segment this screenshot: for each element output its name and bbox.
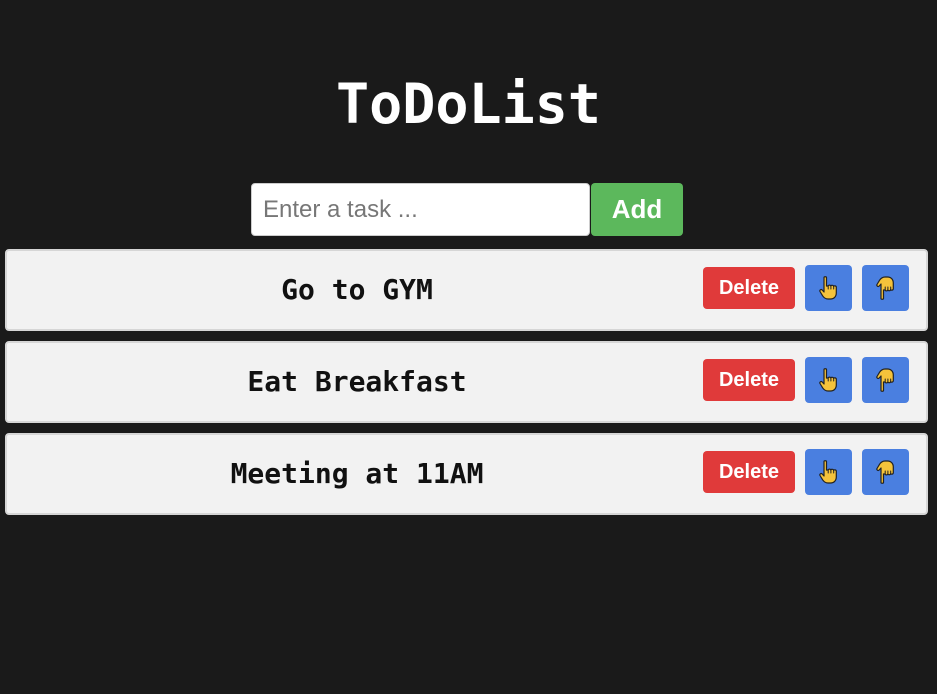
task-text: Eat Breakfast (247, 365, 467, 398)
delete-button[interactable]: Delete (703, 267, 795, 309)
task-list: Go to GYM Delete Eat Breakfast Delete Me… (5, 249, 928, 525)
add-button[interactable]: Add (591, 183, 683, 236)
hand-pointing-down-icon (875, 460, 894, 484)
move-up-button[interactable] (805, 265, 852, 311)
todo-app: ToDoList Add Go to GYM Delete (0, 0, 937, 694)
task-input-row: Add (251, 183, 683, 236)
task-item: Meeting at 11AM Delete (5, 433, 928, 515)
hand-pointing-up-icon (818, 276, 837, 300)
task-input[interactable] (251, 183, 590, 236)
delete-button[interactable]: Delete (703, 451, 795, 493)
task-text: Go to GYM (281, 273, 433, 306)
task-item: Go to GYM Delete (5, 249, 928, 331)
delete-button[interactable]: Delete (703, 359, 795, 401)
task-text: Meeting at 11AM (230, 457, 484, 490)
move-up-button[interactable] (805, 449, 852, 495)
task-actions: Delete (703, 265, 909, 311)
hand-pointing-down-icon (875, 276, 894, 300)
task-actions: Delete (703, 357, 909, 403)
move-down-button[interactable] (862, 265, 909, 311)
move-down-button[interactable] (862, 357, 909, 403)
hand-pointing-up-icon (818, 460, 837, 484)
hand-pointing-up-icon (818, 368, 837, 392)
task-actions: Delete (703, 449, 909, 495)
move-up-button[interactable] (805, 357, 852, 403)
task-item: Eat Breakfast Delete (5, 341, 928, 423)
move-down-button[interactable] (862, 449, 909, 495)
hand-pointing-down-icon (875, 368, 894, 392)
page-title: ToDoList (336, 72, 601, 136)
